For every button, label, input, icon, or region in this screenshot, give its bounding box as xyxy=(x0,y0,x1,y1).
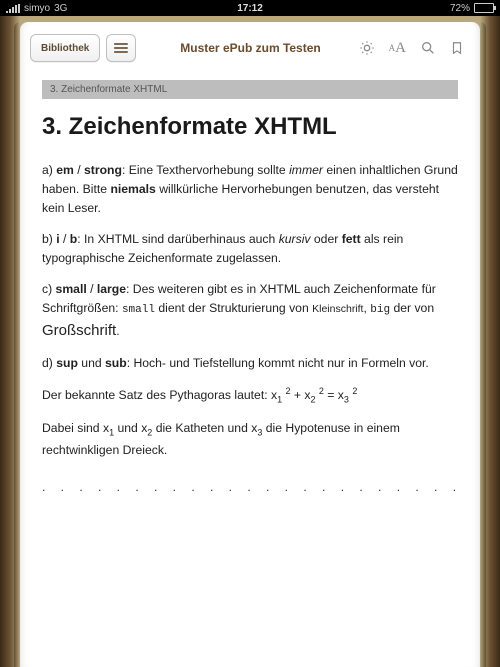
library-button-label: Bibliothek xyxy=(41,43,89,54)
network-label: 3G xyxy=(54,3,67,14)
search-button[interactable] xyxy=(420,40,436,56)
font-size-icon-large: A xyxy=(395,40,406,57)
clock: 17:12 xyxy=(237,3,263,14)
paragraph-katheten: Dabei sind x1 und x2 die Katheten und x3… xyxy=(42,419,458,459)
page-content: 3. Zeichenformate XHTML 3. Zeichenformat… xyxy=(20,68,480,494)
toolbar: Bibliothek Muster ePub zum Testen AA xyxy=(20,22,480,68)
text: oder xyxy=(311,232,342,246)
text-bold: fett xyxy=(342,232,361,246)
text: Dabei sind x xyxy=(42,421,109,435)
text: die Katheten und x xyxy=(152,421,257,435)
text: + x xyxy=(291,388,311,402)
text: / xyxy=(60,232,70,246)
term-sup: sup xyxy=(56,356,78,370)
text: = x xyxy=(324,388,344,402)
paragraph-b: b) i / b: In XHTML sind darüberhinaus au… xyxy=(42,230,458,268)
paragraph-a: a) em / strong: Eine Texthervorhebung so… xyxy=(42,161,458,218)
chapter-header-bar: 3. Zeichenformate XHTML xyxy=(42,80,458,99)
code-small: small xyxy=(122,304,155,316)
status-bar: simyo 3G 17:12 72% xyxy=(0,0,500,16)
term-strong: strong xyxy=(84,163,122,177)
brightness-icon xyxy=(359,40,375,56)
text: / xyxy=(87,282,97,296)
battery-percent: 72% xyxy=(450,3,470,14)
text-smallfont: Kleinschrift xyxy=(312,303,363,315)
text: und xyxy=(78,356,105,370)
text: Der bekannte Satz des Pythagoras lautet:… xyxy=(42,388,277,402)
paragraph-d: d) sup und sub: Hoch- und Tiefstellung k… xyxy=(42,354,458,373)
superscript: 2 xyxy=(352,386,357,396)
text: . xyxy=(116,324,119,338)
text: a) xyxy=(42,163,56,177)
text: c) xyxy=(42,282,56,296)
book-title: Muster ePub zum Testen xyxy=(142,41,358,55)
bookmark-button[interactable] xyxy=(450,40,464,56)
text: der von xyxy=(390,301,434,315)
subscript: 2 xyxy=(311,395,316,405)
paragraph-c: c) small / large: Des weiteren gibt es i… xyxy=(42,280,458,342)
signal-icon xyxy=(6,4,20,13)
text: : Eine Texthervorhebung sollte xyxy=(122,163,289,177)
text: : In XHTML sind darüberhinaus auch xyxy=(77,232,278,246)
section-separator-dots: . . . . . . . . . . . . . . . . . . . . … xyxy=(42,472,458,494)
carrier-label: simyo xyxy=(24,3,50,14)
text-bigfont: Großschrift xyxy=(42,322,116,339)
page[interactable]: Bibliothek Muster ePub zum Testen AA xyxy=(20,22,480,667)
paragraph-pythagoras: Der bekannte Satz des Pythagoras lautet:… xyxy=(42,385,458,407)
term-large: large xyxy=(97,282,126,296)
text: / xyxy=(74,163,84,177)
text: d) xyxy=(42,356,56,370)
library-button[interactable]: Bibliothek xyxy=(30,34,100,62)
search-icon xyxy=(420,40,436,56)
text-bold: niemals xyxy=(110,182,155,196)
battery-icon xyxy=(474,3,494,13)
code-big: big xyxy=(370,304,390,316)
toc-icon xyxy=(114,43,128,53)
term-small: small xyxy=(56,282,87,296)
bookmark-icon xyxy=(450,40,464,56)
text: b) xyxy=(42,232,56,246)
text: : Hoch- und Tiefstellung kommt nicht nur… xyxy=(127,356,429,370)
brightness-button[interactable] xyxy=(359,40,375,56)
page-heading: 3. Zeichenformate XHTML xyxy=(42,111,458,143)
font-size-button[interactable]: AA xyxy=(389,40,406,57)
text: dient der Strukturierung von xyxy=(155,301,312,315)
text-italic: kursiv xyxy=(279,232,311,246)
text-italic: immer xyxy=(289,163,323,177)
book-background: Bibliothek Muster ePub zum Testen AA xyxy=(0,16,500,667)
term-sub: sub xyxy=(105,356,127,370)
text: und x xyxy=(114,421,147,435)
toc-button[interactable] xyxy=(106,34,136,62)
term-em: em xyxy=(56,163,74,177)
